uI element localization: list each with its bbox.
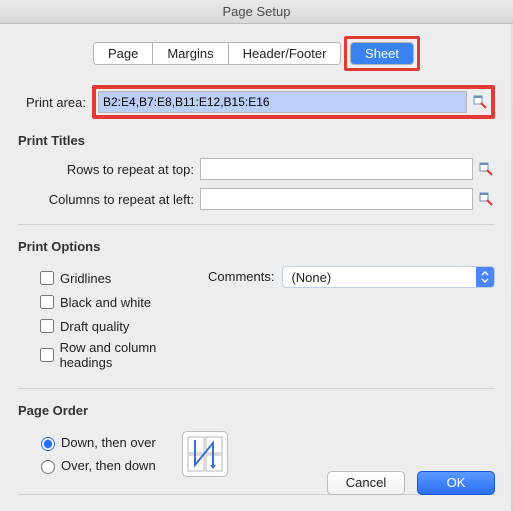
headings-checkbox[interactable] (40, 348, 54, 362)
range-picker-icon[interactable] (477, 160, 495, 178)
tab-sheet[interactable]: Sheet (351, 43, 413, 64)
comments-select[interactable]: (None) (282, 266, 495, 288)
tab-page[interactable]: Page (94, 43, 153, 64)
down-over-label: Down, then over (61, 435, 156, 450)
cols-repeat-label: Columns to repeat at left: (18, 192, 200, 207)
chevron-updown-icon (476, 267, 494, 287)
bw-checkbox[interactable] (40, 295, 54, 309)
rows-repeat-input[interactable] (200, 158, 473, 180)
down-over-radio[interactable] (41, 437, 55, 451)
print-area-row: Print area: (18, 85, 495, 119)
comments-value: (None) (291, 270, 331, 285)
comments-label: Comments: (208, 266, 282, 284)
page-order-icon (182, 431, 228, 477)
print-area-label: Print area: (18, 95, 92, 110)
draft-label: Draft quality (60, 319, 129, 334)
tab-margins[interactable]: Margins (153, 43, 228, 64)
draft-checkbox[interactable] (40, 319, 54, 333)
window-titlebar: Page Setup (0, 0, 513, 24)
cancel-button[interactable]: Cancel (327, 471, 405, 495)
tab-header-footer[interactable]: Header/Footer (229, 43, 341, 64)
range-picker-icon[interactable] (477, 190, 495, 208)
range-picker-icon[interactable] (471, 93, 489, 111)
print-titles-heading: Print Titles (18, 133, 495, 148)
cols-repeat-input[interactable] (200, 188, 473, 210)
gridlines-label: Gridlines (60, 271, 111, 286)
rows-repeat-label: Rows to repeat at top: (18, 162, 200, 177)
over-down-radio[interactable] (41, 460, 55, 474)
bw-label: Black and white (60, 295, 151, 310)
print-area-input[interactable] (98, 91, 467, 113)
ok-button[interactable]: OK (417, 471, 495, 495)
headings-label: Row and column headings (60, 340, 208, 370)
tab-bar: Page Margins Header/Footer Sheet (18, 36, 495, 71)
page-order-heading: Page Order (18, 403, 495, 418)
print-options-heading: Print Options (18, 239, 495, 254)
gridlines-checkbox[interactable] (40, 271, 54, 285)
over-down-label: Over, then down (61, 458, 156, 473)
window-title: Page Setup (223, 4, 291, 19)
